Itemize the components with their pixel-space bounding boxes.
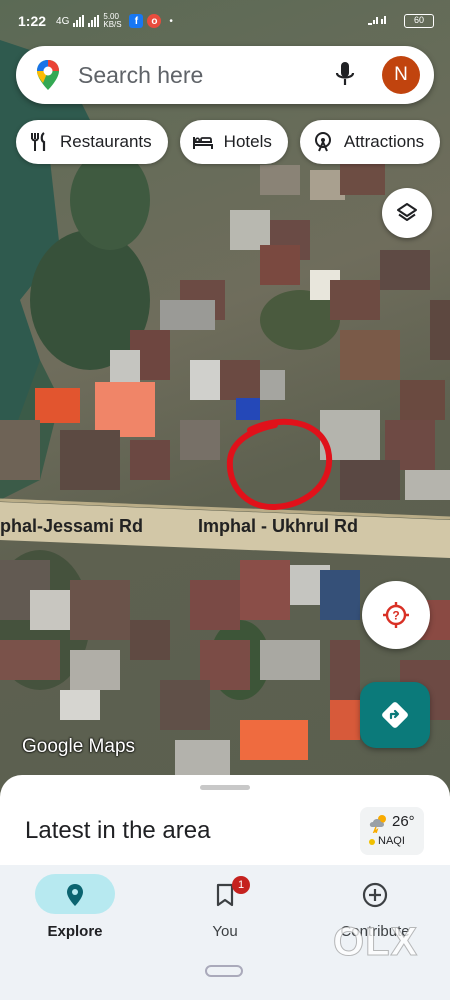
facebook-icon: f: [129, 14, 144, 28]
nav-label-explore: Explore: [47, 923, 103, 940]
road-label-jessami: phal-Jessami Rd: [0, 516, 144, 536]
location-unknown-icon: ?: [383, 602, 409, 628]
sheet-title: Latest in the area: [25, 817, 211, 844]
chip-label-restaurants: Restaurants: [60, 132, 152, 151]
my-location-button[interactable]: ?: [362, 581, 430, 649]
add-circle-icon: [362, 882, 388, 908]
google-maps-logo: Google Maps: [22, 736, 136, 757]
more-dots-icon: •: [169, 15, 173, 27]
nav-you[interactable]: 1 You: [150, 870, 300, 950]
annotation-circle: [226, 418, 333, 511]
directions-button[interactable]: [360, 682, 430, 748]
google-maps-pin-icon: [37, 60, 59, 90]
home-indicator[interactable]: [205, 965, 243, 977]
signal-icon: [73, 15, 85, 27]
chip-label-hotels: Hotels: [223, 132, 272, 151]
bottom-sheet[interactable]: Latest in the area 26° NAQI: [0, 775, 450, 875]
network-type: 4G: [56, 15, 70, 27]
road-label-ukhrul: Imphal - Ukhrul Rd: [198, 516, 359, 536]
status-bar: 1:22 4G 5.00 KB/S f o • 60: [0, 0, 450, 42]
drag-handle[interactable]: [200, 785, 250, 790]
nav-label-you: You: [212, 923, 238, 940]
category-chips: Restaurants Hotels Attractions: [16, 120, 441, 164]
search-input[interactable]: Search here: [78, 62, 334, 89]
data-speed: 5.00 KB/S: [103, 12, 122, 29]
thunderstorm-icon: [369, 815, 386, 833]
svg-text:?: ?: [392, 609, 399, 623]
battery-icon: 60: [404, 14, 434, 28]
weather-temperature: 26°: [392, 813, 415, 830]
explore-pin-icon: [67, 884, 83, 906]
layers-button[interactable]: [382, 188, 432, 238]
bed-icon: [192, 137, 213, 149]
notification-badge: 1: [232, 876, 250, 894]
layers-icon: [397, 203, 417, 221]
chip-hotels[interactable]: Hotels: [179, 120, 288, 164]
status-time: 1:22: [18, 13, 47, 29]
signal-icon-2: [88, 15, 100, 27]
chip-restaurants[interactable]: Restaurants: [16, 120, 168, 164]
ferris-wheel-icon: [314, 132, 331, 152]
avatar[interactable]: N: [382, 56, 420, 94]
aqi-status-dot: [369, 839, 375, 845]
fork-knife-icon: [31, 132, 46, 151]
chip-attractions[interactable]: Attractions: [299, 120, 441, 164]
search-bar[interactable]: Search here N: [16, 46, 434, 104]
notification-app-icon: o: [147, 14, 162, 28]
aqi-label: NAQI: [378, 835, 405, 847]
nav-explore[interactable]: Explore: [0, 870, 150, 950]
microphone-icon[interactable]: [334, 60, 356, 90]
wifi-signal-icon: [366, 14, 396, 29]
chip-label-attractions: Attractions: [343, 132, 425, 151]
directions-icon: [382, 702, 408, 728]
weather-card[interactable]: 26° NAQI: [360, 807, 424, 855]
olx-watermark: OLX: [332, 920, 419, 965]
